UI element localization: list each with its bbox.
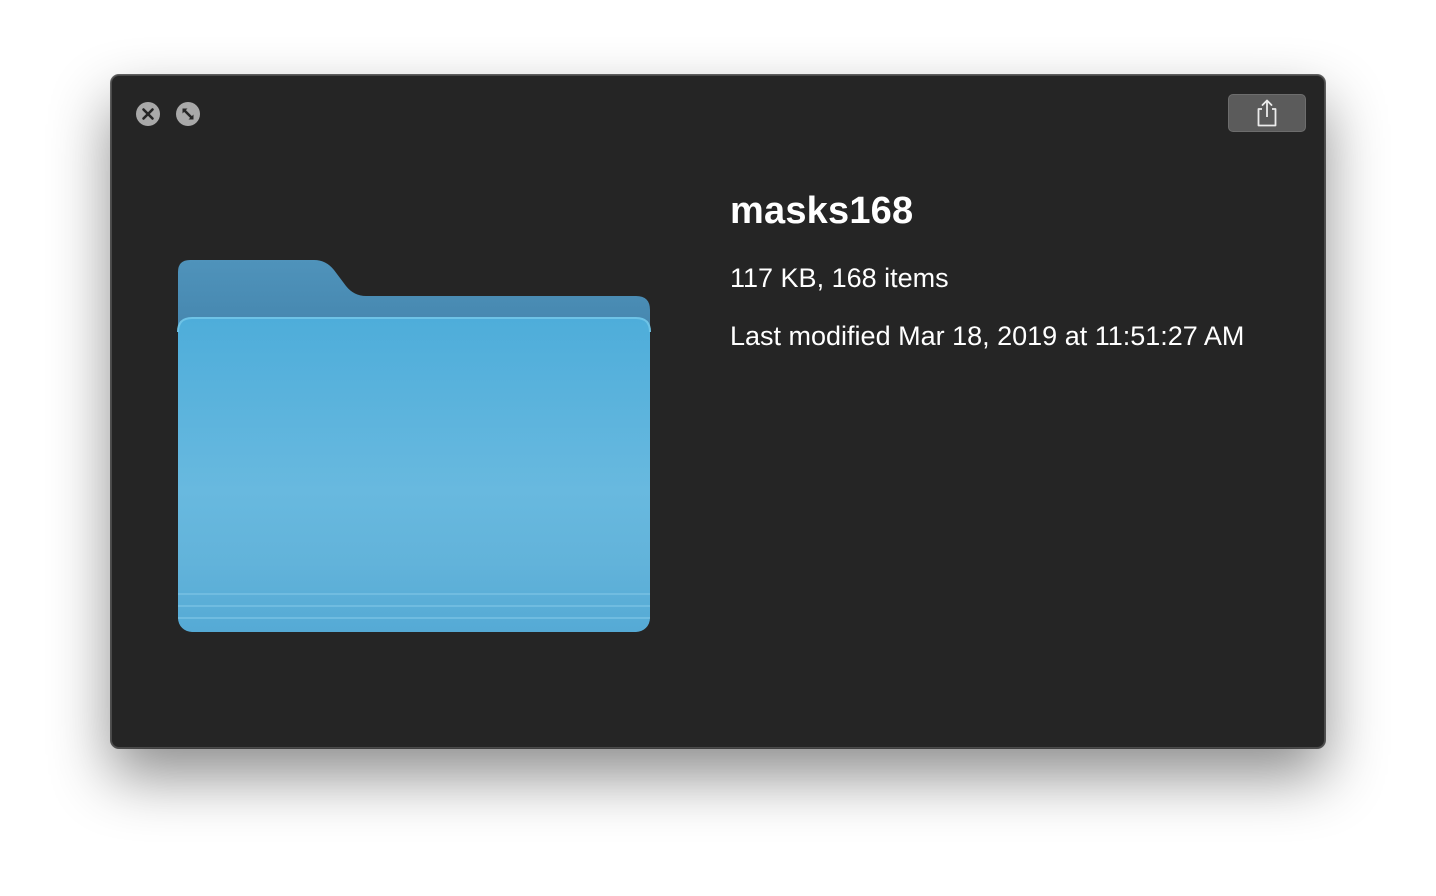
quick-look-window: masks168 117 KB, 168 items Last modified… — [111, 75, 1325, 748]
file-modified-date: Last modified Mar 18, 2019 at 11:51:27 A… — [730, 321, 1245, 351]
close-button[interactable] — [136, 102, 160, 126]
share-button[interactable] — [1228, 94, 1306, 132]
fullscreen-button[interactable] — [176, 102, 200, 126]
share-icon — [1257, 99, 1277, 127]
folder-icon — [177, 260, 651, 632]
fullscreen-icon — [182, 108, 194, 120]
file-name: masks168 — [730, 190, 914, 232]
close-icon — [142, 108, 154, 120]
file-info: masks168 117 KB, 168 items Last modified… — [730, 186, 1310, 354]
file-size-and-count: 117 KB, 168 items — [730, 263, 949, 293]
